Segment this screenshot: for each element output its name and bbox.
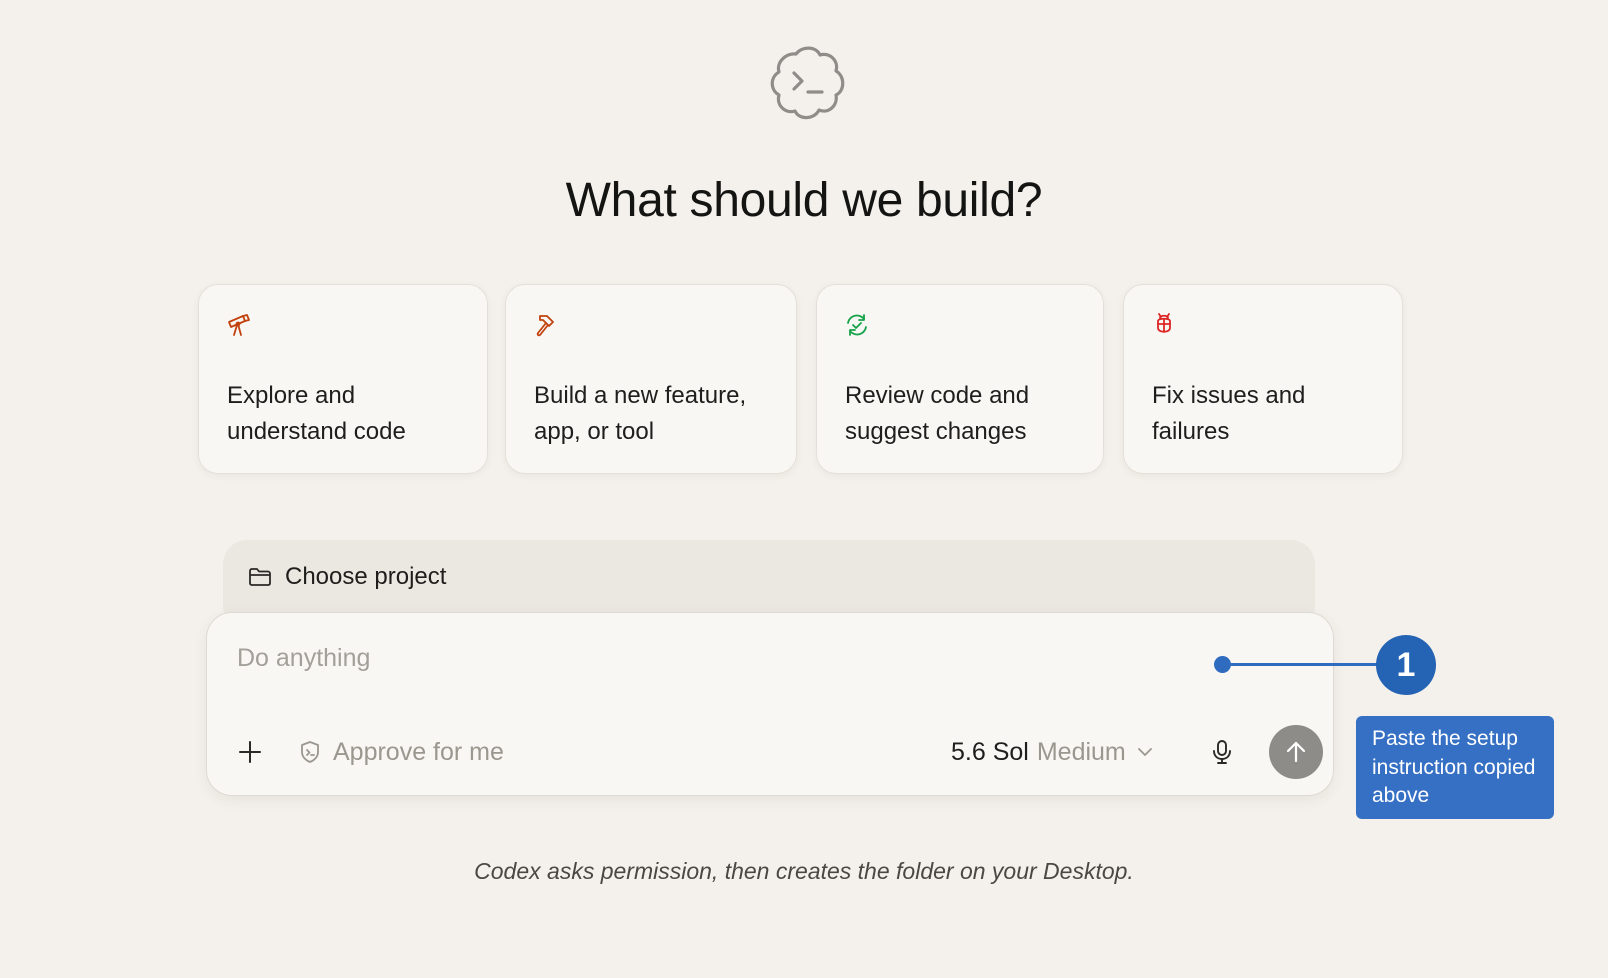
page-title: What should we build?: [565, 174, 1043, 227]
card-build-feature[interactable]: Build a new feature, app, or tool: [505, 284, 797, 474]
telescope-icon: [228, 314, 250, 336]
card-label: Review code and suggest changes: [845, 382, 1030, 445]
choose-project-label: Choose project: [285, 563, 447, 590]
approve-for-me-button[interactable]: Approve for me: [297, 735, 504, 769]
card-label: Explore and understand code: [227, 382, 406, 445]
model-name: 5.6 Sol: [951, 737, 1029, 766]
refresh-check-icon: [847, 314, 867, 336]
choose-project-button[interactable]: Choose project: [247, 560, 446, 594]
card-label: Fix issues and failures: [1152, 382, 1306, 445]
microphone-icon: [1213, 740, 1231, 764]
model-selector[interactable]: 5.6 Sol Medium: [951, 733, 1156, 771]
bug-icon: [1157, 313, 1171, 333]
card-label: Build a new feature, app, or tool: [534, 382, 747, 445]
hammer-icon: [536, 315, 554, 337]
approve-label: Approve for me: [333, 737, 504, 766]
card-review-code[interactable]: Review code and suggest changes: [816, 284, 1104, 474]
callout-anchor-dot: [1214, 656, 1231, 673]
send-button[interactable]: [1269, 725, 1323, 779]
shield-icon: [301, 741, 319, 763]
prompt-input[interactable]: [237, 633, 1137, 683]
chevron-down-icon: [1137, 748, 1152, 756]
plus-icon: [239, 741, 261, 763]
footer-note: Codex asks permission, then creates the …: [474, 858, 1134, 884]
callout-connector: [1222, 663, 1382, 666]
arrow-up-icon: [1286, 741, 1306, 763]
microphone-button[interactable]: [1203, 733, 1241, 771]
add-attachment-button[interactable]: [233, 735, 267, 769]
card-explore-code[interactable]: Explore and understand code: [198, 284, 488, 474]
card-fix-issues[interactable]: Fix issues and failures: [1123, 284, 1403, 474]
callout-instruction: Paste the setup instruction copied above: [1356, 716, 1554, 819]
folder-icon: [249, 568, 271, 586]
composer: Approve for me 5.6 Sol Medium: [206, 612, 1334, 796]
terminal-cloud-icon: [770, 46, 845, 120]
callout-number-badge: 1: [1378, 637, 1434, 693]
model-effort: Medium: [1036, 737, 1126, 766]
